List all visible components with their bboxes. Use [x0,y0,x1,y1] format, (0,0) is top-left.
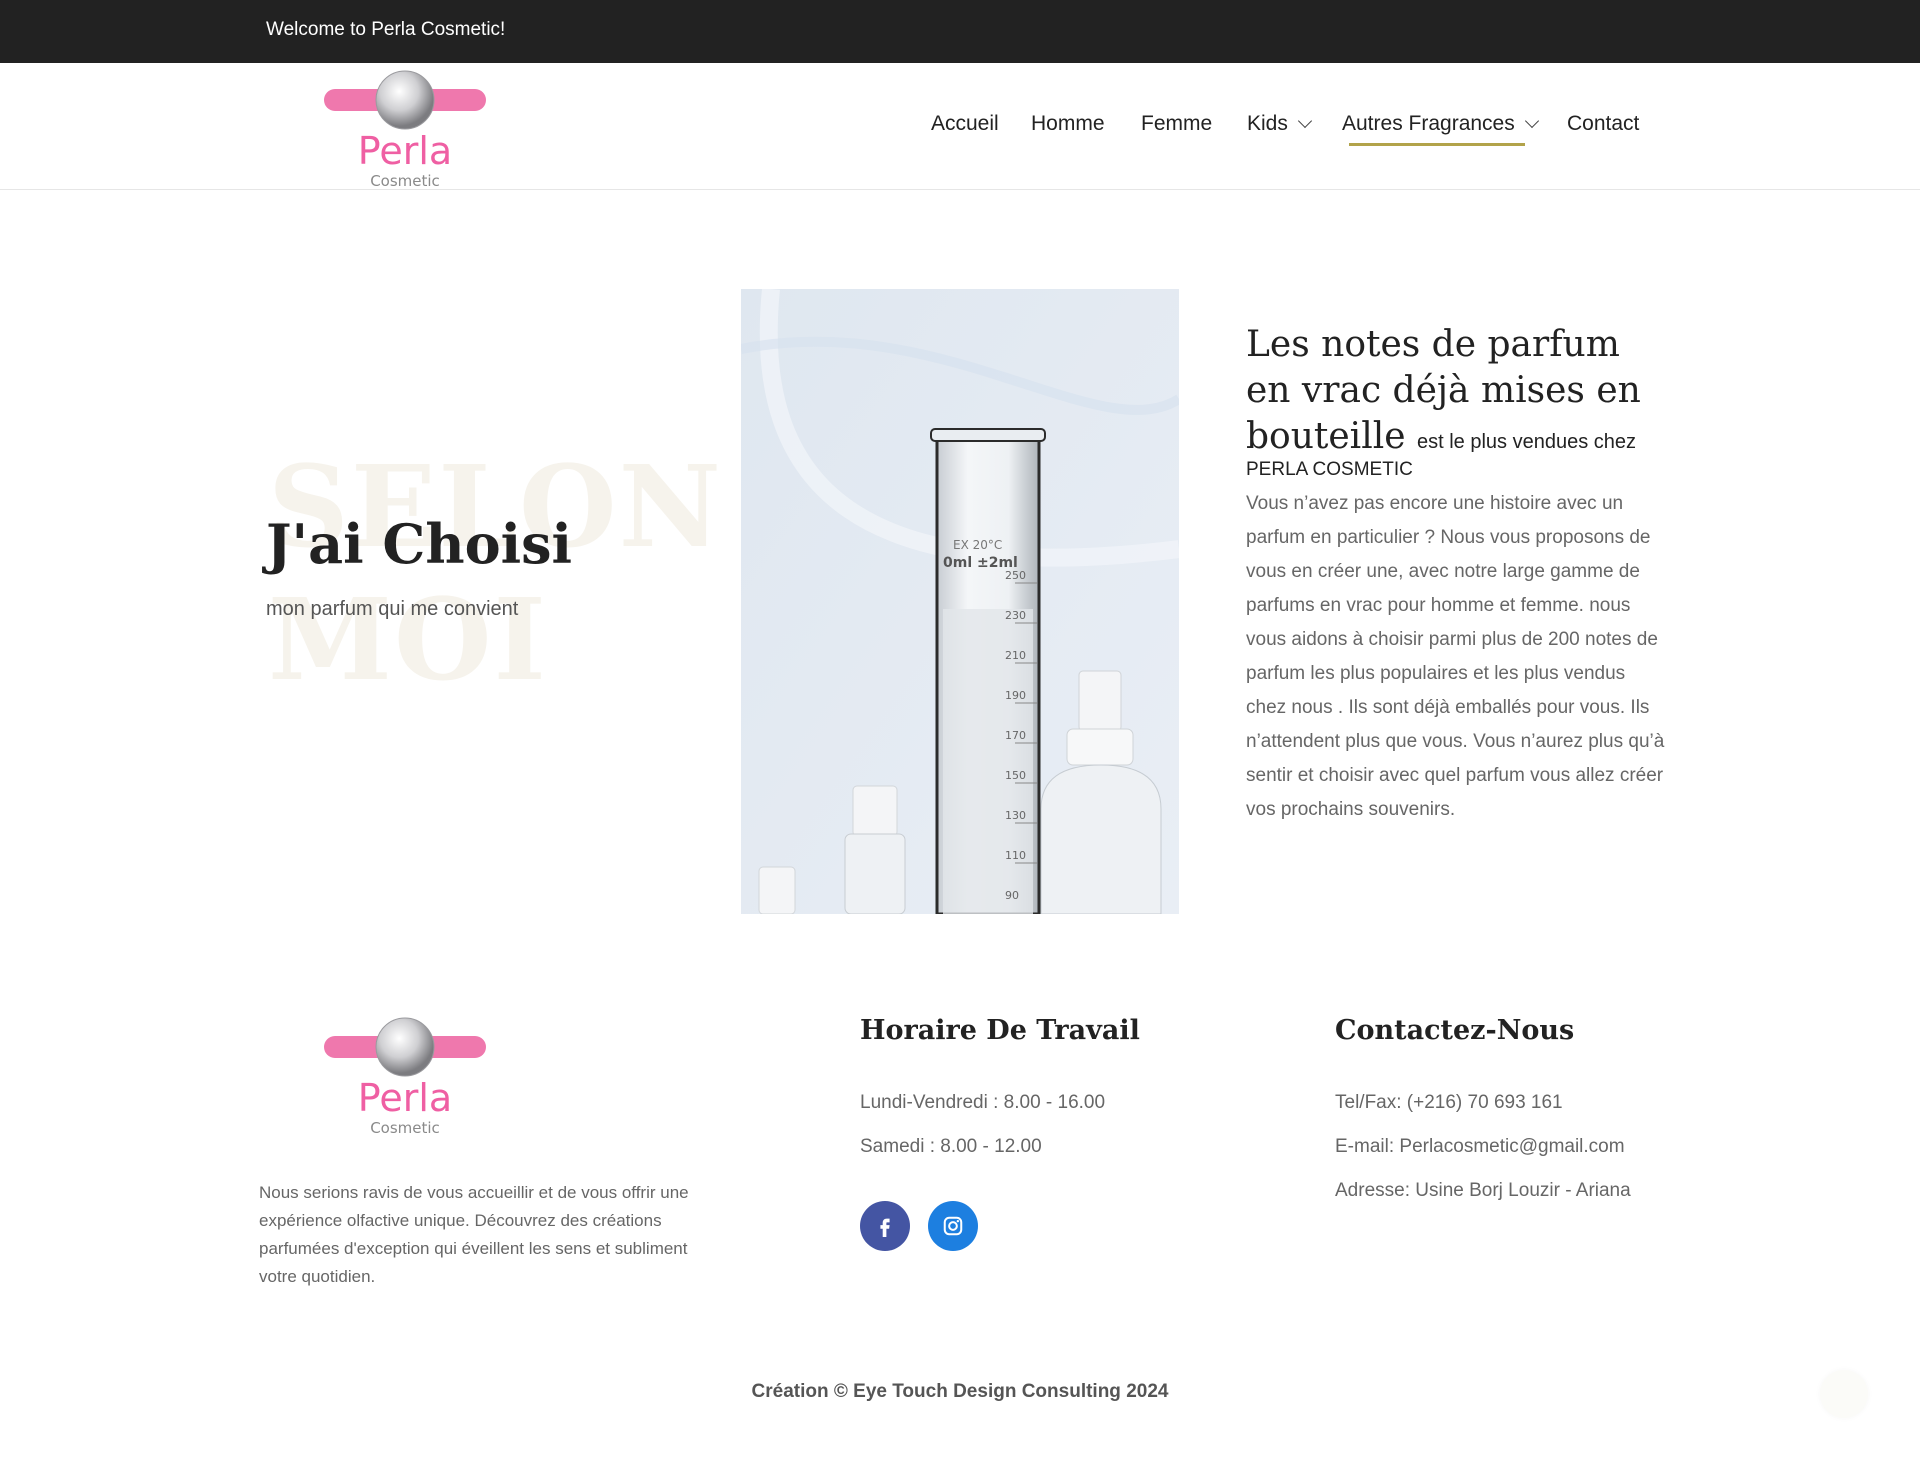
top-bar: Welcome to Perla Cosmetic! [0,0,1920,63]
svg-text:90: 90 [1005,889,1019,902]
svg-text:150: 150 [1005,769,1026,782]
svg-text:130: 130 [1005,809,1026,822]
svg-text:Cosmetic: Cosmetic [370,172,440,190]
notes-brand: PERLA COSMETIC [1246,459,1413,480]
facebook-button[interactable] [860,1201,910,1251]
hours-saturday: Samedi : 8.00 - 12.00 [860,1136,1042,1157]
svg-text:EX 20°C: EX 20°C [953,538,1002,552]
svg-text:Perla: Perla [358,129,452,173]
hero-title: J'ai Choisi [266,512,573,576]
footer-about: Nous serions ravis de vous accueillir et… [259,1183,689,1286]
scroll-to-top-button[interactable] [1820,1370,1868,1418]
instagram-button[interactable] [928,1201,978,1251]
svg-text:230: 230 [1005,609,1026,622]
nav-femme[interactable]: Femme [1141,112,1212,136]
active-nav-underline [1349,143,1525,146]
svg-text:110: 110 [1005,849,1026,862]
notes-body: Vous n’avez pas encore une histoire avec… [1246,493,1665,820]
hours-heading: Horaire De Travail [860,1015,1140,1046]
nav-accueil[interactable]: Accueil [931,112,999,136]
contact-address: Adresse: Usine Borj Louzir - Ariana [1335,1180,1631,1201]
svg-text:170: 170 [1005,729,1026,742]
svg-text:190: 190 [1005,689,1026,702]
svg-text:210: 210 [1005,649,1026,662]
product-photo: EX 20°C 0ml ±2ml 250 230 210 190 170 150… [741,289,1179,914]
contact-heading: Contactez-Nous [1335,1015,1575,1046]
hours-weekdays: Lundi-Vendredi : 8.00 - 16.00 [860,1092,1106,1113]
nav-homme[interactable]: Homme [1031,112,1105,136]
notes-heading: Les notes de parfum en vrac déjà mises e… [1246,324,1641,457]
svg-text:Perla: Perla [358,1076,452,1120]
footer-logo[interactable]: Perla Cosmetic [320,1015,490,1137]
nav-autres-fragrances[interactable]: Autres Fragrances [1342,112,1539,136]
facebook-icon [880,1218,890,1237]
contact-email[interactable]: E-mail: Perlacosmetic@gmail.com [1335,1130,1625,1164]
chevron-down-icon [1524,113,1539,129]
chevron-down-icon [1297,113,1312,129]
site-header: Perla Cosmetic Accueil Homme Femme Kids … [0,63,1920,190]
notes-heading-suffix: est le plus vendues chez [1416,431,1637,453]
welcome-message: Welcome to Perla Cosmetic! [266,19,506,40]
nav-contact[interactable]: Contact [1567,112,1639,136]
perla-logo[interactable]: Perla Cosmetic [320,68,490,190]
svg-text:Cosmetic: Cosmetic [370,1119,440,1137]
nav-kids[interactable]: Kids [1247,112,1312,136]
instagram-icon [943,1216,963,1236]
hero-subtitle: mon parfum qui me convient [266,598,519,620]
contact-tel: Tel/Fax: (+216) 70 693 161 [1335,1092,1563,1113]
copyright: Création © Eye Touch Design Consulting 2… [751,1381,1169,1402]
svg-text:250: 250 [1005,569,1026,582]
